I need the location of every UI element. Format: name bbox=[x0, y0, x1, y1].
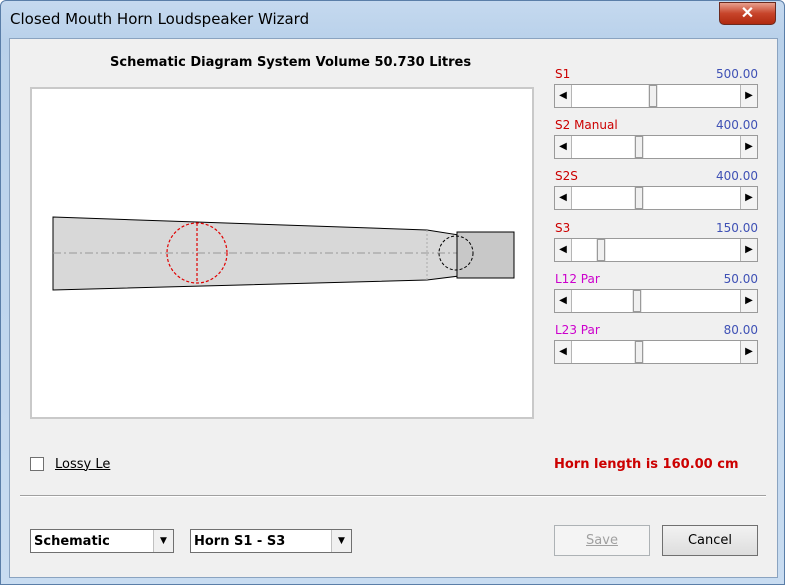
chevron-down-icon[interactable]: ▼ bbox=[153, 530, 173, 552]
right-arrow-icon[interactable]: ▶ bbox=[740, 290, 757, 312]
s2s-slider[interactable]: ◀ ▶ bbox=[554, 186, 758, 210]
param-label: S2 Manual bbox=[555, 118, 618, 132]
param-label: S2S bbox=[555, 169, 578, 183]
chevron-down-icon[interactable]: ▼ bbox=[331, 530, 351, 552]
horn-select[interactable]: Horn S1 - S3 ▼ bbox=[190, 529, 352, 553]
divider bbox=[20, 495, 766, 497]
close-button[interactable]: ✕ bbox=[719, 2, 776, 25]
left-arrow-icon[interactable]: ◀ bbox=[555, 85, 572, 107]
cancel-button-label: Cancel bbox=[687, 533, 733, 548]
left-arrow-icon[interactable]: ◀ bbox=[555, 136, 572, 158]
right-arrow-icon[interactable]: ▶ bbox=[740, 136, 757, 158]
dialog-client-area: Schematic Diagram System Volume 50.730 L… bbox=[9, 38, 778, 578]
save-button[interactable]: Save bbox=[554, 525, 650, 556]
right-arrow-icon[interactable]: ▶ bbox=[740, 341, 757, 363]
left-arrow-icon[interactable]: ◀ bbox=[555, 187, 572, 209]
right-arrow-icon[interactable]: ▶ bbox=[740, 187, 757, 209]
param-label: L12 Par bbox=[555, 272, 600, 286]
save-button-label: Save bbox=[586, 533, 618, 548]
param-s2-manual: S2 Manual 400.00 ◀ ▶ bbox=[554, 118, 758, 166]
cancel-button[interactable]: Cancel bbox=[662, 525, 758, 556]
right-arrow-icon[interactable]: ▶ bbox=[740, 85, 757, 107]
horn-schematic-svg bbox=[52, 216, 515, 291]
rear-chamber bbox=[456, 231, 515, 279]
param-value: 400.00 bbox=[716, 169, 758, 183]
param-l23-par: L23 Par 80.00 ◀ ▶ bbox=[554, 323, 758, 371]
param-value: 80.00 bbox=[723, 323, 758, 337]
l23-par-slider[interactable]: ◀ ▶ bbox=[554, 340, 758, 364]
param-s3: S3 150.00 ◀ ▶ bbox=[554, 221, 758, 269]
param-label: S1 bbox=[555, 67, 571, 81]
slider-thumb[interactable] bbox=[635, 341, 643, 363]
param-label: L23 Par bbox=[555, 323, 600, 337]
window-title: Closed Mouth Horn Loudspeaker Wizard bbox=[10, 10, 310, 28]
view-select-value: Schematic bbox=[34, 534, 110, 549]
left-arrow-icon[interactable]: ◀ bbox=[555, 290, 572, 312]
left-arrow-icon[interactable]: ◀ bbox=[555, 341, 572, 363]
wizard-window: Closed Mouth Horn Loudspeaker Wizard ✕ S… bbox=[0, 0, 785, 585]
param-value: 400.00 bbox=[716, 118, 758, 132]
l12-par-slider[interactable]: ◀ ▶ bbox=[554, 289, 758, 313]
slider-thumb[interactable] bbox=[635, 187, 643, 209]
param-value: 50.00 bbox=[723, 272, 758, 286]
slider-thumb[interactable] bbox=[649, 85, 657, 107]
param-s2s: S2S 400.00 ◀ ▶ bbox=[554, 169, 758, 217]
lossy-le-checkbox[interactable] bbox=[30, 457, 44, 471]
param-s1: S1 500.00 ◀ ▶ bbox=[554, 67, 758, 115]
left-arrow-icon[interactable]: ◀ bbox=[555, 239, 572, 261]
slider-thumb[interactable] bbox=[633, 290, 641, 312]
s2-manual-slider[interactable]: ◀ ▶ bbox=[554, 135, 758, 159]
slider-thumb[interactable] bbox=[597, 239, 605, 261]
param-l12-par: L12 Par 50.00 ◀ ▶ bbox=[554, 272, 758, 320]
param-label: S3 bbox=[555, 221, 571, 235]
schematic-diagram bbox=[30, 87, 534, 419]
param-value: 150.00 bbox=[716, 221, 758, 235]
horn-select-value: Horn S1 - S3 bbox=[194, 534, 286, 549]
close-icon: ✕ bbox=[740, 5, 755, 22]
s3-slider[interactable]: ◀ ▶ bbox=[554, 238, 758, 262]
s1-slider[interactable]: ◀ ▶ bbox=[554, 84, 758, 108]
right-arrow-icon[interactable]: ▶ bbox=[740, 239, 757, 261]
diagram-title: Schematic Diagram System Volume 50.730 L… bbox=[110, 55, 472, 70]
lossy-le-label[interactable]: Lossy Le bbox=[55, 457, 110, 472]
param-value: 500.00 bbox=[716, 67, 758, 81]
slider-thumb[interactable] bbox=[635, 136, 643, 158]
horn-length-status: Horn length is 160.00 cm bbox=[554, 457, 739, 472]
title-bar[interactable]: Closed Mouth Horn Loudspeaker Wizard ✕ bbox=[1, 1, 784, 35]
view-select[interactable]: Schematic ▼ bbox=[30, 529, 174, 553]
